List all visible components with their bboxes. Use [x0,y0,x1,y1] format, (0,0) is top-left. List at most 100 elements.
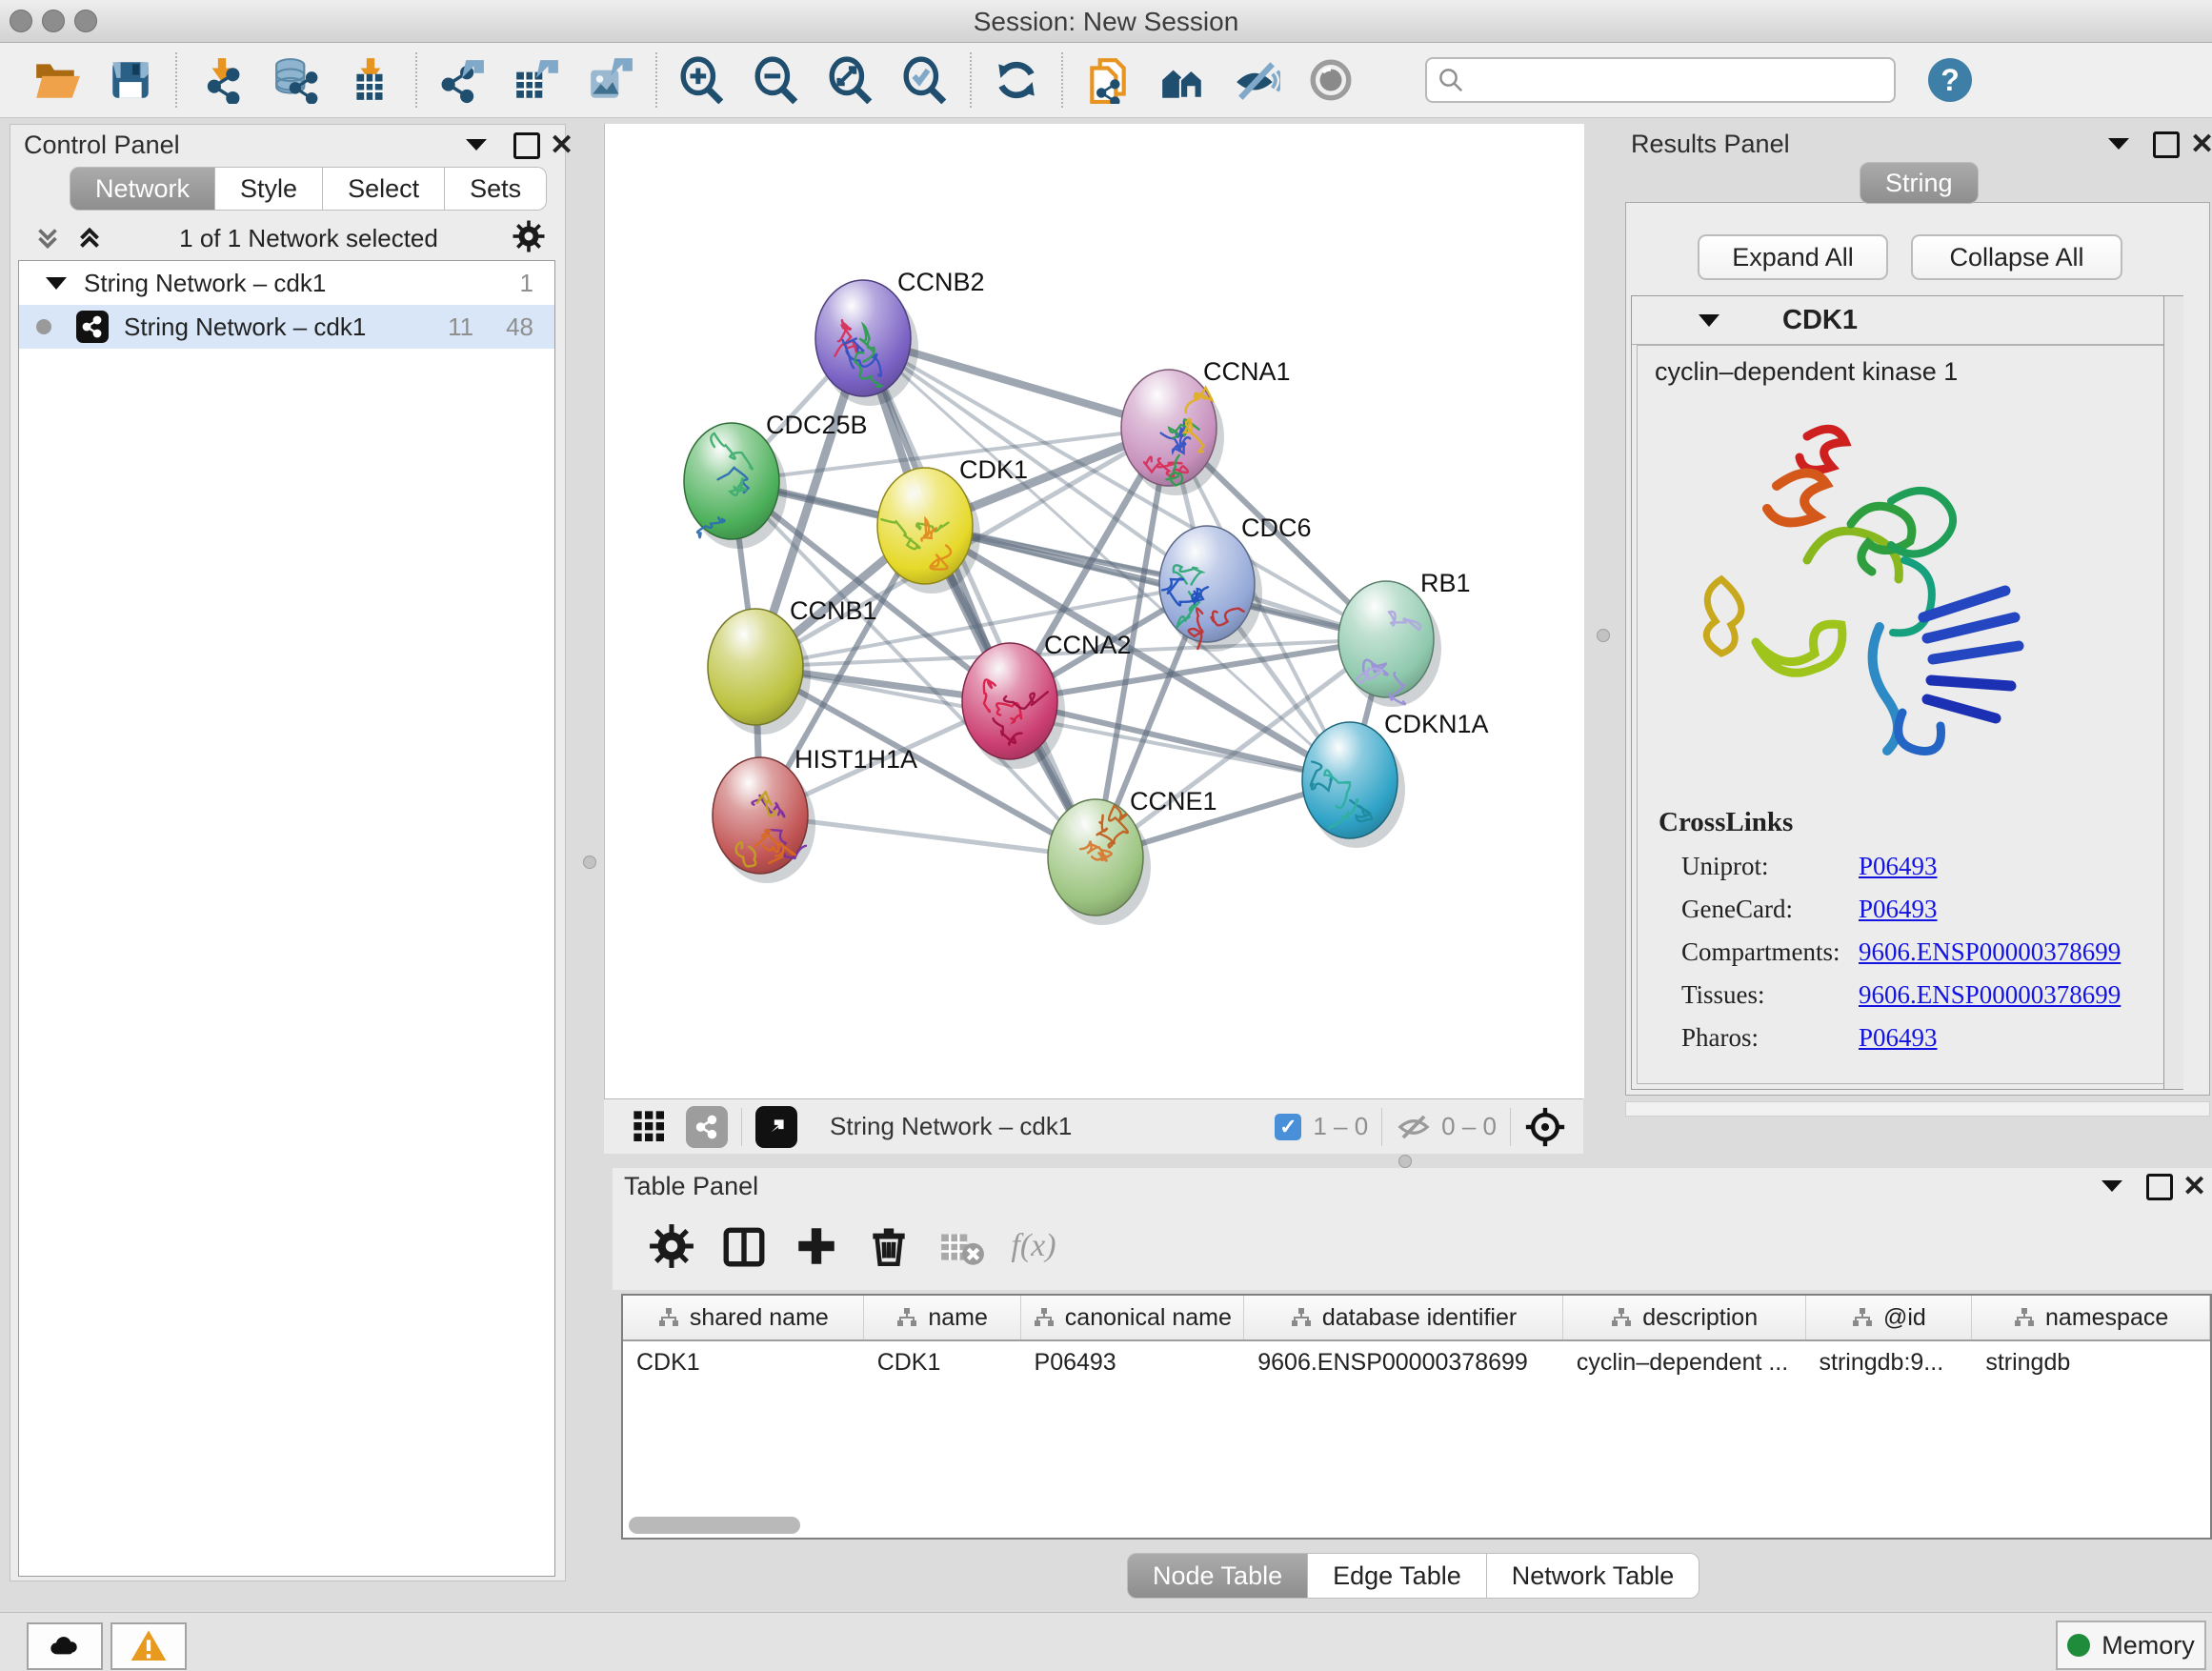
table-cell[interactable]: cyclin–dependent ... [1563,1349,1806,1377]
attribute-tree-icon [1851,1307,1874,1328]
save-session-button[interactable] [93,50,168,111]
float-table-icon[interactable] [2146,1174,2173,1205]
column-header--id[interactable]: @id [1806,1296,1973,1339]
function-builder-button[interactable]: f(x) [997,1213,1070,1279]
cdk1-expander-icon[interactable] [1699,314,1719,327]
column-header-name[interactable]: name [864,1296,1021,1339]
cytoscape-window: Session: New Session ? Control Panel ✕ N… [0,0,2212,1671]
apply-layout-button[interactable] [979,50,1054,111]
crosslink-value[interactable]: P06493 [1859,895,1938,924]
table-cell[interactable]: CDK1 [864,1349,1021,1377]
collection-expander-icon[interactable] [46,277,67,290]
birds-eye-view-icon[interactable] [755,1106,797,1148]
import-table-file-button[interactable] [333,50,408,111]
column-header-canonical-name[interactable]: canonical name [1021,1296,1245,1339]
delete-columns-button[interactable] [853,1213,925,1279]
new-network-from-selection-button[interactable] [1071,50,1145,111]
network-node-CCNB1[interactable] [708,609,803,725]
collapse-all-button[interactable]: Collapse All [1911,234,2122,280]
tab-node-table[interactable]: Node Table [1127,1553,1308,1599]
help-button[interactable]: ? [1928,58,1972,102]
results-vertical-scrollbar[interactable] [2163,296,2183,1089]
network-node-CDK1[interactable] [877,468,973,584]
import-network-database-button[interactable] [259,50,333,111]
tab-edge-table[interactable]: Edge Table [1308,1553,1487,1599]
tab-network-table[interactable]: Network Table [1487,1553,1700,1599]
results-horizontal-scrollbar[interactable] [1625,1101,2210,1117]
open-session-button[interactable] [19,50,93,111]
bottom-splitter-handle[interactable] [1398,1155,1412,1168]
selected-checkbox-icon[interactable]: ✓ [1275,1114,1301,1140]
warning-status-button[interactable] [111,1622,187,1670]
tab-sets[interactable]: Sets [445,167,547,211]
close-table-icon[interactable]: ✕ [2182,1170,2206,1203]
crosslink-value[interactable]: P06493 [1859,1023,1938,1053]
table-cell[interactable]: stringdb:9... [1806,1349,1973,1377]
network-node-CDC25B[interactable] [684,423,779,539]
hide-selected-button[interactable] [1219,50,1294,111]
float-panel-icon[interactable] [513,132,540,164]
table-horizontal-scrollbar[interactable] [629,1517,800,1534]
crosslink-value[interactable]: 9606.ENSP00000378699 [1859,980,2121,1010]
delete-table-button[interactable] [925,1213,997,1279]
network-canvas[interactable]: CCNB2CCNA1CDC25BCDK1CDC6RB1CCNB1CCNA2CDK… [604,124,1584,1098]
column-header-description[interactable]: description [1563,1296,1806,1339]
collapse-all-icon[interactable] [31,222,64,254]
zoom-in-button[interactable] [665,50,739,111]
search-input[interactable] [1465,65,1869,96]
table-options-gear-icon [648,1222,695,1270]
column-header-namespace[interactable]: namespace [1972,1296,2210,1339]
show-neighbors-button[interactable] [1145,50,1219,111]
table-cell[interactable]: 9606.ENSP00000378699 [1244,1349,1563,1377]
network-node-CCNB2[interactable] [815,280,911,396]
zoom-out-button[interactable] [739,50,814,111]
float-results-icon[interactable] [2153,131,2180,163]
import-network-file-button[interactable] [185,50,259,111]
network-row[interactable]: String Network – cdk1 11 48 [19,305,554,349]
collapse-table-icon[interactable] [2101,1179,2122,1197]
show-hidden-button[interactable] [1294,50,1368,111]
column-header-database-identifier[interactable]: database identifier [1244,1296,1563,1339]
cloud-status-button[interactable] [27,1622,103,1670]
export-table-button[interactable] [499,50,573,111]
network-node-CCNA2[interactable] [962,643,1057,759]
zoom-selected-button[interactable] [888,50,962,111]
network-node-CCNE1[interactable] [1048,799,1143,916]
search-box[interactable] [1425,57,1896,103]
right-splitter-handle[interactable] [1597,629,1610,642]
network-options-gear-icon[interactable] [512,219,546,258]
table-options-gear-button[interactable] [635,1213,708,1279]
memory-button[interactable]: Memory [2056,1621,2206,1670]
network-node-CDKN1A[interactable] [1302,722,1398,838]
grid-mode-icon[interactable] [631,1108,669,1146]
network-node-HIST1H1A[interactable] [713,757,808,874]
collapse-results-icon[interactable] [2108,137,2129,154]
left-splitter-handle[interactable] [583,856,596,869]
table-cell[interactable]: stringdb [1972,1349,2210,1377]
expand-all-button[interactable]: Expand All [1698,234,1888,280]
create-column-button[interactable] [780,1213,853,1279]
fit-content-crosshair-icon[interactable] [1524,1106,1566,1148]
column-header-shared-name[interactable]: shared name [623,1296,864,1339]
close-results-icon[interactable]: ✕ [2190,128,2212,161]
export-network-button[interactable] [425,50,499,111]
network-edge[interactable] [863,338,1096,857]
expand-all-icon[interactable] [73,222,106,254]
table-cell[interactable]: CDK1 [623,1349,864,1377]
tab-select[interactable]: Select [323,167,445,211]
collapse-panel-icon[interactable] [466,138,487,155]
export-image-button[interactable] [573,50,648,111]
show-columns-button[interactable] [708,1213,780,1279]
network-collection-row[interactable]: String Network – cdk1 1 [19,261,554,305]
tab-network[interactable]: Network [70,167,215,211]
tab-string[interactable]: String [1860,162,1979,204]
table-row[interactable]: CDK1CDK1P064939606.ENSP00000378699cyclin… [623,1341,2210,1383]
crosslink-value[interactable]: 9606.ENSP00000378699 [1859,937,2121,967]
tab-style[interactable]: Style [215,167,323,211]
close-panel-icon[interactable]: ✕ [550,129,573,162]
zoom-fit-button[interactable] [814,50,888,111]
network-view-mode-icon[interactable] [686,1106,728,1148]
table-cell[interactable]: P06493 [1021,1349,1245,1377]
crosslink-value[interactable]: P06493 [1859,852,1938,881]
network-node-CCNA1[interactable] [1121,370,1217,486]
